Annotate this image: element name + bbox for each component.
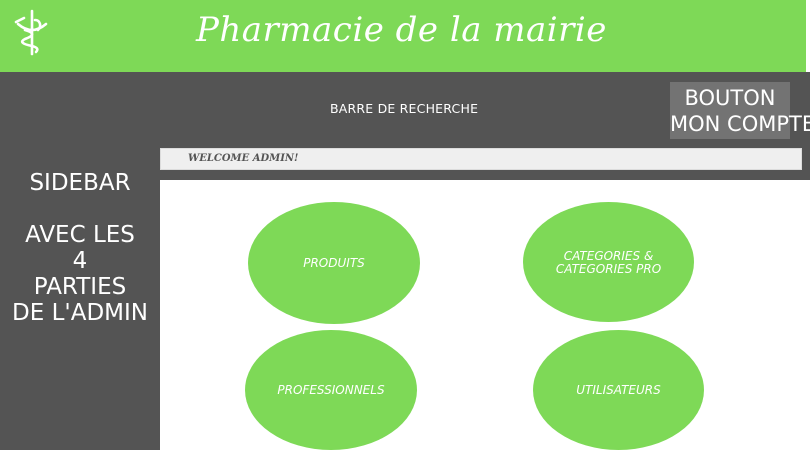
- page-title: Pharmacie de la mairie: [196, 10, 607, 50]
- welcome-banner: WELCOME ADMIN!: [160, 148, 802, 170]
- sidebar-description-line: PARTIES: [33, 274, 127, 300]
- caduceus-icon: [14, 9, 48, 56]
- products-tile-label: PRODUITS: [303, 255, 365, 270]
- account-button-label-line-1: BOUTON: [684, 85, 776, 110]
- search-bar[interactable]: BARRE DE RECHERCHE: [330, 101, 478, 116]
- professionals-tile[interactable]: PROFESSIONNELS: [245, 330, 417, 450]
- products-tile[interactable]: PRODUITS: [248, 202, 420, 324]
- users-tile[interactable]: UTILISATEURS: [533, 330, 704, 450]
- welcome-text: WELCOME ADMIN!: [188, 153, 299, 164]
- sidebar-description-line: DE L'ADMIN: [12, 300, 148, 326]
- sidebar-title: SIDEBAR: [29, 170, 131, 196]
- account-button-label-line-2: MON COMPTE: [670, 111, 810, 136]
- sidebar-description-line: 4: [72, 248, 88, 274]
- sidebar-description: AVEC LES 4 PARTIES DE L'ADMIN: [0, 222, 160, 326]
- users-tile-label: UTILISATEURS: [576, 382, 661, 397]
- my-account-button[interactable]: BOUTON MON COMPTE: [670, 82, 810, 139]
- sidebar-description-line: AVEC LES: [25, 222, 135, 248]
- categories-tile[interactable]: CATEGORIES & CATEGORIES PRO: [523, 202, 694, 322]
- categories-tile-label-line-2: CATEGORIES PRO: [555, 262, 662, 276]
- header-bar: Pharmacie de la mairie: [0, 0, 806, 72]
- professionals-tile-label: PROFESSIONNELS: [277, 382, 385, 397]
